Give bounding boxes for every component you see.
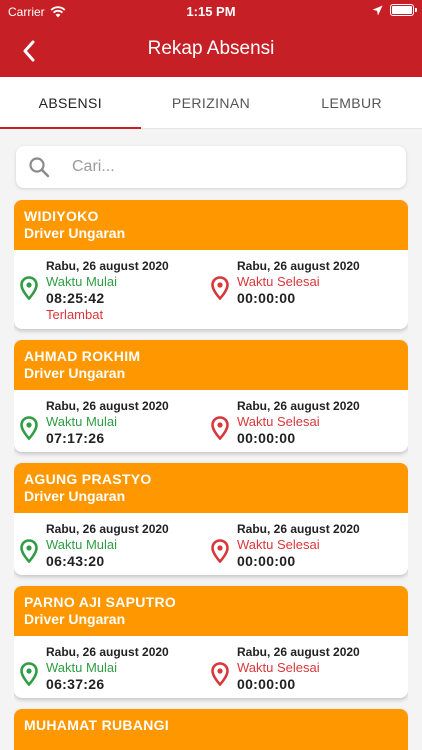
employee-name: WIDIYOKO	[24, 208, 99, 224]
end-section: Rabu, 26 august 2020 Waktu Selesai 00:00…	[211, 398, 402, 446]
battery-icon	[390, 4, 417, 16]
status-time: 1:15 PM	[186, 4, 236, 19]
tab-lembur[interactable]: LEMBUR	[281, 77, 422, 128]
map-pin-end-icon	[211, 662, 229, 687]
card-body: Rabu, 26 august 2020 Waktu Mulai 06:43:2…	[14, 513, 408, 575]
attendance-card[interactable]: AHMAD ROKHIM Driver Ungaran Rabu, 26 aug…	[14, 340, 408, 452]
tab-perizinan[interactable]: PERIZINAN	[141, 77, 282, 128]
start-date: Rabu, 26 august 2020	[46, 259, 169, 273]
card-header: WIDIYOKO Driver Ungaran	[14, 200, 408, 250]
page-title: Rekap Absensi	[147, 38, 275, 59]
end-time: 00:00:00	[237, 553, 296, 569]
start-label: Waktu Mulai	[46, 537, 118, 552]
start-time: 07:17:26	[46, 430, 105, 446]
start-label: Waktu Mulai	[46, 660, 118, 675]
start-section: Rabu, 26 august 2020 Waktu Mulai 08:25:4…	[20, 258, 211, 323]
map-pin-start-icon	[20, 539, 38, 564]
start-date: Rabu, 26 august 2020	[46, 522, 169, 536]
end-section: Rabu, 26 august 2020 Waktu Selesai 00:00…	[211, 258, 402, 323]
end-label: Waktu Selesai	[237, 274, 320, 289]
end-date: Rabu, 26 august 2020	[237, 259, 360, 273]
start-time: 06:37:26	[46, 676, 105, 692]
card-header: AHMAD ROKHIM Driver Ungaran	[14, 340, 408, 390]
status-right	[372, 4, 417, 16]
employee-name: AHMAD ROKHIM	[24, 348, 141, 364]
map-pin-end-icon	[211, 416, 229, 441]
map-pin-start-icon	[20, 416, 38, 441]
end-section: Rabu, 26 august 2020 Waktu Selesai 00:00…	[211, 644, 402, 692]
location-arrow-icon	[372, 5, 383, 15]
attendance-list: WIDIYOKO Driver Ungaran Rabu, 26 august …	[14, 200, 408, 750]
end-label: Waktu Selesai	[237, 660, 320, 675]
end-time: 00:00:00	[237, 430, 296, 446]
employee-role: Driver Ungaran	[24, 365, 126, 381]
end-label: Waktu Selesai	[237, 414, 320, 429]
start-section: Rabu, 26 august 2020 Waktu Mulai 07:17:2…	[20, 398, 211, 446]
attendance-card[interactable]: AGUNG PRASTYO Driver Ungaran Rabu, 26 au…	[14, 463, 408, 575]
map-pin-start-icon	[20, 662, 38, 687]
attendance-card[interactable]: MUHAMAT RUBANGI	[14, 709, 408, 750]
card-body: Rabu, 26 august 2020 Waktu Mulai 07:17:2…	[14, 390, 408, 452]
end-date: Rabu, 26 august 2020	[237, 522, 360, 536]
employee-role: Driver Ungaran	[24, 488, 126, 504]
employee-role: Driver Ungaran	[24, 611, 126, 627]
start-section: Rabu, 26 august 2020 Waktu Mulai 06:43:2…	[20, 521, 211, 569]
start-section: Rabu, 26 august 2020 Waktu Mulai 06:37:2…	[20, 644, 211, 692]
tab-absensi[interactable]: ABSENSI	[0, 77, 141, 129]
search-icon	[29, 157, 50, 178]
map-pin-end-icon	[211, 276, 229, 301]
employee-name: AGUNG PRASTYO	[24, 471, 152, 487]
map-pin-end-icon	[211, 539, 229, 564]
end-label: Waktu Selesai	[237, 537, 320, 552]
attendance-card[interactable]: WIDIYOKO Driver Ungaran Rabu, 26 august …	[14, 200, 408, 329]
search-bar	[16, 146, 406, 188]
map-pin-start-icon	[20, 276, 38, 301]
start-label: Waktu Mulai	[46, 274, 118, 289]
tab-bar: ABSENSI PERIZINAN LEMBUR	[0, 77, 422, 129]
start-date: Rabu, 26 august 2020	[46, 399, 169, 413]
navbar: Rekap Absensi	[0, 24, 422, 77]
late-note: Terlambat	[46, 307, 104, 322]
card-header: MUHAMAT RUBANGI	[14, 709, 408, 750]
card-body: Rabu, 26 august 2020 Waktu Mulai 08:25:4…	[14, 250, 408, 329]
end-time: 00:00:00	[237, 676, 296, 692]
end-time: 00:00:00	[237, 290, 296, 306]
search-input[interactable]	[72, 154, 392, 180]
card-header: PARNO AJI SAPUTRO Driver Ungaran	[14, 586, 408, 636]
end-date: Rabu, 26 august 2020	[237, 645, 360, 659]
status-bar: Carrier 1:15 PM	[0, 0, 422, 24]
employee-name: PARNO AJI SAPUTRO	[24, 594, 177, 610]
start-time: 06:43:20	[46, 553, 105, 569]
end-date: Rabu, 26 august 2020	[237, 399, 360, 413]
card-body: Rabu, 26 august 2020 Waktu Mulai 06:37:2…	[14, 636, 408, 698]
start-time: 08:25:42	[46, 290, 105, 306]
start-date: Rabu, 26 august 2020	[46, 645, 169, 659]
attendance-card[interactable]: PARNO AJI SAPUTRO Driver Ungaran Rabu, 2…	[14, 586, 408, 698]
employee-name: MUHAMAT RUBANGI	[24, 717, 169, 733]
start-label: Waktu Mulai	[46, 414, 118, 429]
app-header: Carrier 1:15 PM Rekap Absensi	[0, 0, 422, 77]
end-section: Rabu, 26 august 2020 Waktu Selesai 00:00…	[211, 521, 402, 569]
card-header: AGUNG PRASTYO Driver Ungaran	[14, 463, 408, 513]
employee-role: Driver Ungaran	[24, 225, 126, 241]
